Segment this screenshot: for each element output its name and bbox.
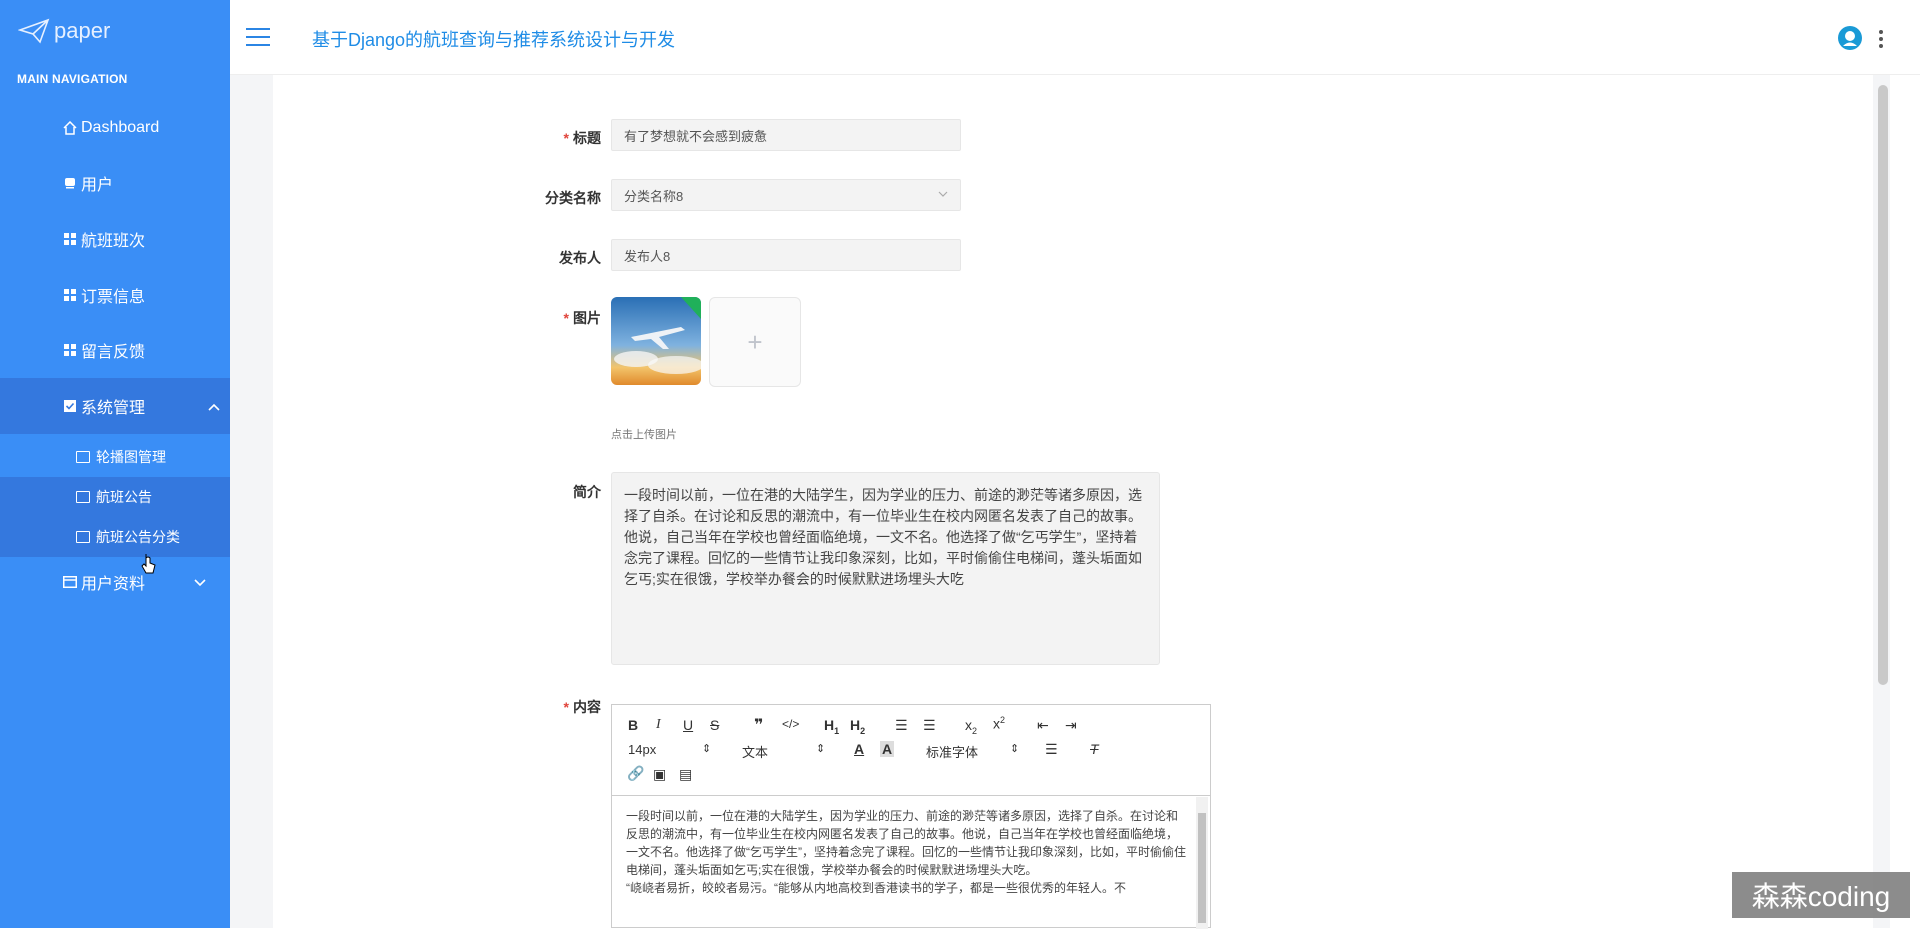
editor-paragraph: “峣峣者易折，皎皎者易污。“能够从内地高校到香港读书的学子，都是一些很优秀的年轻… [626, 881, 1126, 895]
folder-icon [76, 451, 90, 463]
logo-text: paper [54, 18, 111, 43]
content-label: * 内容 [563, 699, 601, 715]
sidebar-item-label: 系统管理 [81, 400, 146, 417]
sidebar-item-user-profile[interactable]: 用户资料 [0, 554, 230, 610]
sidebar-subitem-carousel[interactable]: 轮播图管理 [0, 437, 230, 477]
blockquote-icon[interactable]: ❞ [754, 715, 763, 735]
sidebar-item-system-management[interactable]: 系统管理 [0, 378, 264, 434]
align-left-icon[interactable]: ☰ [1045, 741, 1058, 758]
image-label: * 图片 [563, 310, 601, 326]
sidebar-subitem-announcement-categories[interactable]: 航班公告分类 [0, 517, 253, 557]
publisher-input[interactable]: 发布人8 [611, 239, 961, 271]
paragraph-arrows-icon: ⇕ [816, 743, 826, 755]
upload-hint: 点击上传图片 [611, 429, 677, 441]
summary-label: 简介 [573, 484, 601, 500]
video-icon[interactable]: ▤ [679, 766, 692, 783]
sidebar-item-dashboard[interactable]: Dashboard [0, 100, 230, 156]
editor-toolbar: B I U S ❞ </> H1 H2 ☰ ☰ x2 x2 ⇤ ⇥ 14px ⇕… [612, 705, 1210, 796]
chevron-down-icon [938, 188, 948, 200]
link-icon[interactable]: 🔗 [627, 765, 644, 782]
sidebar-item-label: 订票信息 [81, 289, 146, 306]
font-color-icon[interactable]: A [854, 741, 864, 757]
bold-icon[interactable]: B [628, 717, 638, 733]
background-color-icon[interactable]: A [880, 741, 895, 757]
plus-icon: + [747, 326, 763, 357]
heading1-icon[interactable]: H1 [824, 717, 839, 736]
editor-scrollbar[interactable] [1196, 797, 1208, 929]
sidebar-subitem-announcements[interactable]: 航班公告 [0, 477, 253, 517]
sidebar-item-feedback[interactable]: 留言反馈 [0, 322, 230, 378]
subscript-icon[interactable]: x2 [965, 717, 977, 736]
sidebar-item-flights[interactable]: 航班班次 [0, 211, 230, 267]
code-block-icon[interactable]: </> [782, 717, 799, 731]
title-label: * 标题 [563, 130, 601, 146]
chevron-down-icon [194, 574, 206, 590]
sidebar: paper MAIN NAVIGATION Dashboard 用户 航班班次 … [0, 0, 264, 928]
app-logo[interactable]: paper [18, 18, 110, 44]
mouse-pointer-icon [141, 553, 157, 580]
id-card-icon [63, 575, 77, 589]
grid-icon [63, 232, 77, 246]
sidebar-item-label: 留言反馈 [81, 344, 146, 361]
page-scrollbar[interactable] [1878, 85, 1888, 685]
underline-icon[interactable]: U [683, 717, 693, 733]
chevron-up-icon [208, 398, 220, 414]
italic-icon[interactable]: I [656, 717, 661, 733]
page-title: 基于Django的航班查询与推荐系统设计与开发 [312, 30, 676, 50]
sidebar-subitem-label: 航班公告分类 [96, 529, 180, 545]
more-options-icon[interactable] [1879, 30, 1883, 51]
sidebar-item-label: Dashboard [81, 119, 160, 136]
indent-icon[interactable]: ⇥ [1065, 717, 1077, 734]
font-size-arrows-icon: ⇕ [702, 743, 712, 755]
uploaded-image-thumbnail[interactable] [611, 297, 701, 385]
sidebar-item-bookings[interactable]: 订票信息 [0, 267, 230, 323]
sidebar-item-users[interactable]: 用户 [0, 155, 230, 211]
grid-icon [63, 288, 77, 302]
sidebar-item-label: 用户资料 [81, 576, 146, 593]
top-header: 基于Django的航班查询与推荐系统设计与开发 [230, 0, 1920, 75]
sidebar-item-label: 用户 [81, 177, 114, 194]
editor-content[interactable]: 一段时间以前，一位在港的大陆学生，因为学业的压力、前途的渺茫等诸多原因，选择了自… [626, 807, 1186, 897]
folder-icon [76, 531, 90, 543]
user-icon [63, 176, 77, 190]
watermark: 森森coding [1732, 872, 1910, 918]
category-label: 分类名称 [545, 190, 601, 206]
font-family-arrows-icon: ⇕ [1010, 743, 1020, 755]
font-family-select[interactable]: 标准字体 [926, 742, 978, 761]
home-icon [63, 121, 77, 135]
sidebar-item-label: 航班班次 [81, 233, 146, 250]
summary-textarea[interactable]: 一段时间以前，一位在港的大陆学生，因为学业的压力、前途的渺茫等诸多原因，选择了自… [611, 472, 1160, 665]
publisher-label: 发布人 [559, 250, 601, 266]
clear-format-icon[interactable]: T [1090, 741, 1099, 757]
superscript-icon[interactable]: x2 [993, 715, 1005, 732]
category-select[interactable]: 分类名称8 [611, 179, 961, 211]
image-icon[interactable]: ▣ [653, 766, 666, 783]
paragraph-select[interactable]: 文本 [742, 742, 768, 761]
sidebar-subitem-label: 轮播图管理 [96, 449, 166, 465]
grid-icon [63, 343, 77, 357]
paper-plane-icon [18, 18, 50, 44]
strikethrough-icon[interactable]: S [710, 717, 719, 733]
sidebar-subitem-label: 航班公告 [96, 489, 152, 505]
menu-toggle-icon[interactable] [246, 28, 270, 46]
title-input[interactable]: 有了梦想就不会感到疲惫 [611, 119, 961, 151]
editor-paragraph: 一段时间以前，一位在港的大陆学生，因为学业的压力、前途的渺茫等诸多原因，选择了自… [626, 809, 1186, 877]
avatar[interactable] [1838, 26, 1862, 50]
font-size-select[interactable]: 14px [628, 742, 656, 757]
image-upload-button[interactable]: + [709, 297, 801, 387]
folder-icon [76, 491, 90, 503]
heading2-icon[interactable]: H2 [850, 717, 865, 736]
bullet-list-icon[interactable]: ☰ [923, 717, 936, 734]
nav-section-title: MAIN NAVIGATION [17, 72, 128, 86]
outdent-icon[interactable]: ⇤ [1037, 717, 1049, 734]
rich-text-editor[interactable]: B I U S ❞ </> H1 H2 ☰ ☰ x2 x2 ⇤ ⇥ 14px ⇕… [611, 704, 1211, 929]
ordered-list-icon[interactable]: ☰ [895, 717, 908, 734]
check-square-icon [63, 399, 77, 413]
